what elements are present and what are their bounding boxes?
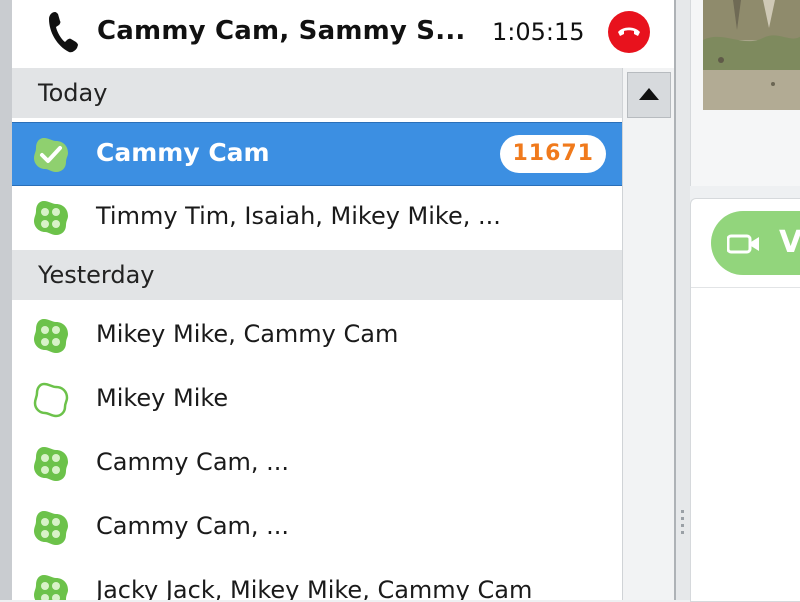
call-duration: 1:05:15: [492, 18, 585, 46]
call-participants-title: Cammy Cam, Sammy S...: [97, 16, 466, 46]
section-header-today: Today: [12, 68, 622, 118]
conversation-row-group[interactable]: Cammy Cam, ...: [12, 496, 622, 560]
conversation-row-group[interactable]: Cammy Cam, ...: [12, 432, 622, 496]
conversation-row-group[interactable]: Mikey Mike, Cammy Cam: [12, 304, 622, 368]
conversation-list: Today Cammy Cam 11671 Timmy Tim, Isaiah,…: [12, 68, 622, 600]
group-chat-icon: [34, 447, 68, 481]
arrow-up-icon: [639, 88, 659, 100]
conversation-row-group[interactable]: Jacky Jack, Mikey Mike, Cammy Cam: [12, 560, 622, 600]
conversation-name: Jacky Jack, Mikey Mike, Cammy Cam: [96, 576, 533, 600]
divider: [691, 287, 800, 288]
conversation-name: Mikey Mike, Cammy Cam: [96, 320, 399, 348]
video-call-label: V: [779, 225, 800, 260]
recent-conversations-panel: Cammy Cam, Sammy S... 1:05:15 Today Camm…: [12, 0, 674, 600]
phone-icon: [49, 12, 78, 53]
conversation-name: Cammy Cam: [96, 138, 270, 167]
hang-up-icon: [618, 27, 640, 36]
section-label: Today: [38, 79, 108, 107]
conversation-row-cammy-cam[interactable]: Cammy Cam 11671: [12, 122, 622, 186]
group-chat-icon: [34, 201, 68, 235]
participant-video-tile: [690, 0, 800, 186]
conversation-row-group[interactable]: Timmy Tim, Isaiah, Mikey Mike, ...: [12, 186, 622, 250]
scroll-up-button[interactable]: [627, 72, 671, 118]
pane-splitter[interactable]: [676, 0, 690, 600]
group-chat-icon: [34, 511, 68, 545]
unread-count-badge: 11671: [500, 135, 606, 173]
offline-contact-icon: [33, 382, 69, 418]
online-check-icon: [34, 138, 68, 172]
video-camera-icon: [727, 234, 759, 254]
conversation-row-mikey-mike[interactable]: Mikey Mike: [12, 368, 622, 432]
group-chat-icon: [34, 319, 68, 353]
conversation-name: Cammy Cam, ...: [96, 512, 290, 540]
conversation-name: Mikey Mike: [96, 384, 229, 412]
section-label: Yesterday: [38, 261, 155, 289]
conversation-detail-pane: V: [690, 198, 800, 602]
video-call-button[interactable]: V: [711, 211, 800, 275]
active-call-bar[interactable]: Cammy Cam, Sammy S... 1:05:15: [12, 0, 674, 68]
hang-up-button[interactable]: [608, 11, 650, 53]
conversation-name: Timmy Tim, Isaiah, Mikey Mike, ...: [96, 202, 501, 230]
participant-photo: [703, 0, 800, 110]
conversation-name: Cammy Cam, ...: [96, 448, 290, 476]
section-header-yesterday: Yesterday: [12, 250, 622, 300]
group-chat-icon: [34, 575, 68, 600]
vertical-scrollbar[interactable]: [622, 68, 674, 600]
left-window-edge: [0, 0, 12, 600]
splitter-grip-icon: [681, 510, 684, 546]
